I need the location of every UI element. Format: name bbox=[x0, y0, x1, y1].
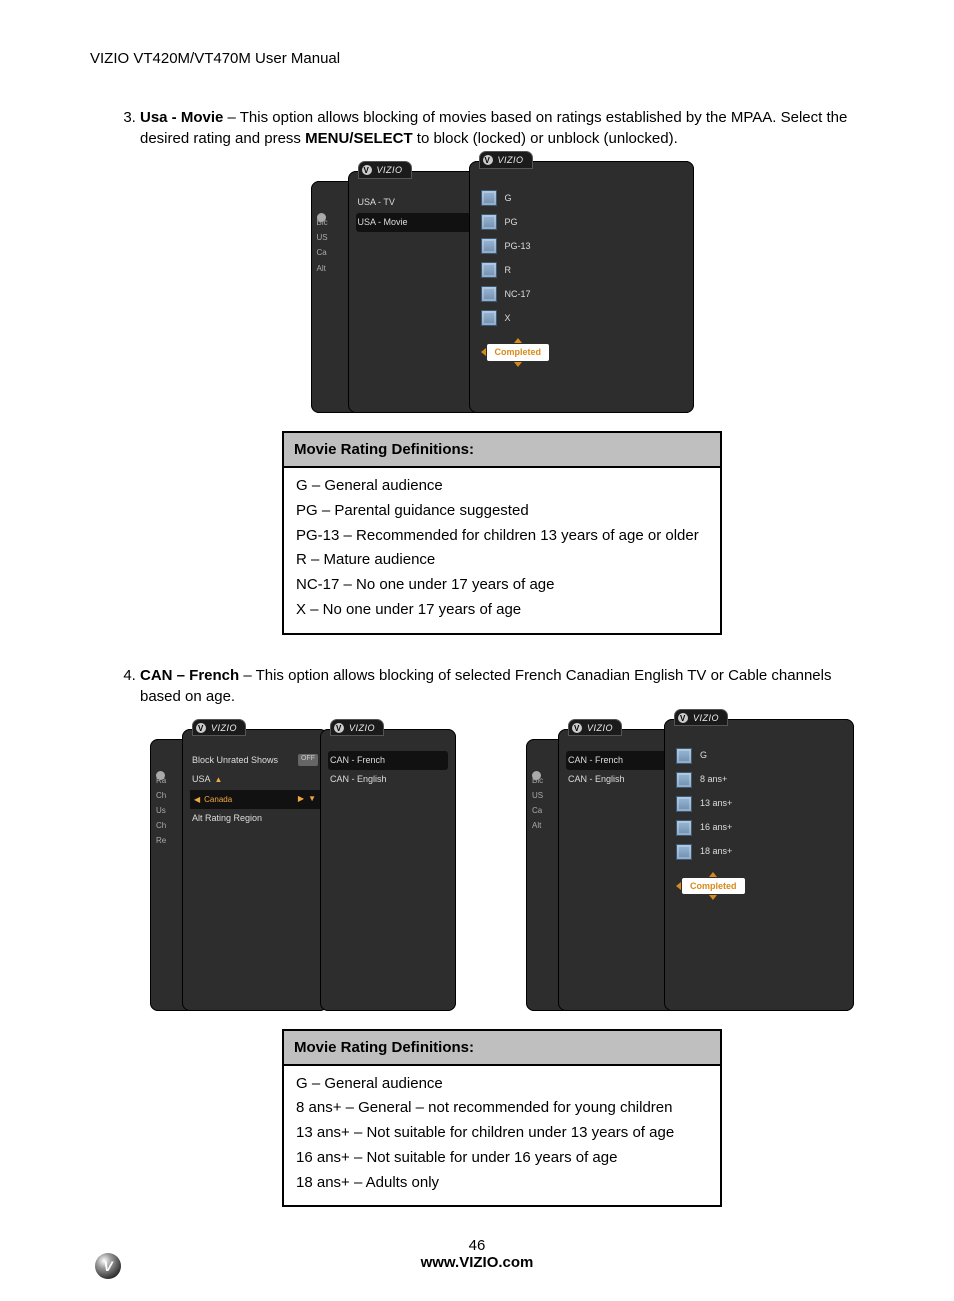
def-row: 18 ans+ – Adults only bbox=[296, 1171, 708, 1196]
osd-mid-panel: VIZIO Block Unrated Shows OFF USA ▲ ◀Can… bbox=[182, 729, 328, 1011]
def-row: 13 ans+ – Not suitable for children unde… bbox=[296, 1121, 708, 1146]
menu-row-block-unrated[interactable]: Block Unrated Shows OFF bbox=[190, 751, 320, 771]
vizio-tab: VIZIO bbox=[330, 719, 384, 737]
rating-label: R bbox=[505, 264, 512, 277]
osd-mid-panel: VIZIO CAN - French CAN - English bbox=[558, 729, 679, 1011]
checkbox-icon bbox=[676, 844, 692, 860]
def-row: G – General audience bbox=[296, 1072, 708, 1097]
osd-usa-movie: Blc US Ca Alt VIZIO USA - TV USA - Movie… bbox=[311, 161, 694, 413]
def-row: 8 ans+ – General – not recommended for y… bbox=[296, 1096, 708, 1121]
rating-option-pg13[interactable]: PG-13 bbox=[479, 234, 684, 258]
rating-option-16ans[interactable]: 16 ans+ bbox=[674, 816, 844, 840]
checkbox-icon bbox=[676, 796, 692, 812]
off-badge: OFF bbox=[298, 754, 318, 767]
def-row: PG – Parental guidance suggested bbox=[296, 499, 708, 524]
checkbox-icon bbox=[481, 190, 497, 206]
rating-label: G bbox=[700, 749, 707, 762]
rating-option-r[interactable]: R bbox=[479, 258, 684, 282]
chevron-left-icon: ◀ bbox=[192, 795, 202, 804]
vizio-tab: VIZIO bbox=[479, 151, 533, 169]
def-row: X – No one under 17 years of age bbox=[296, 598, 708, 623]
completed-label: Completed bbox=[495, 347, 542, 357]
vizio-tab: VIZIO bbox=[358, 161, 412, 179]
def-row: G – General audience bbox=[296, 474, 708, 499]
row-label: USA bbox=[192, 774, 210, 784]
rating-option-8ans[interactable]: 8 ans+ bbox=[674, 768, 844, 792]
def-body: G – General audience 8 ans+ – General – … bbox=[283, 1065, 721, 1207]
vizio-logo-icon: V bbox=[95, 1253, 121, 1279]
rating-option-g[interactable]: G bbox=[674, 744, 844, 768]
def-title: Movie Rating Definitions: bbox=[283, 432, 721, 467]
definitions-table-usa: Movie Rating Definitions: G – General au… bbox=[282, 431, 722, 635]
menu-row-can-french[interactable]: CAN - French bbox=[328, 751, 448, 771]
rating-option-13ans[interactable]: 13 ans+ bbox=[674, 792, 844, 816]
item3-desc-b: to block (locked) or unblock (unlocked). bbox=[413, 130, 678, 147]
osd-right-panel: VIZIO CAN - French CAN - English bbox=[320, 729, 456, 1011]
def-row: R – Mature audience bbox=[296, 548, 708, 573]
osd-can-menu: Ra Ch Us Ch Re VIZIO Block Unrated Shows… bbox=[150, 719, 456, 1011]
menu-row-canada[interactable]: ◀Canada ▼ ▶ bbox=[190, 790, 320, 810]
chevron-up-icon: ▲ bbox=[213, 775, 225, 784]
completed-button[interactable]: Completed bbox=[487, 344, 550, 361]
checkbox-icon bbox=[481, 262, 497, 278]
rating-label: 18 ans+ bbox=[700, 845, 732, 858]
vizio-tab: VIZIO bbox=[192, 719, 246, 737]
list-item-3: Usa - Movie – This option allows blockin… bbox=[140, 107, 864, 635]
rating-label: 16 ans+ bbox=[700, 821, 732, 834]
definitions-table-can: Movie Rating Definitions: G – General au… bbox=[282, 1029, 722, 1208]
menu-row-alt-region[interactable]: Alt Rating Region bbox=[190, 809, 320, 829]
footer-url: www.VIZIO.com bbox=[90, 1254, 864, 1271]
vizio-tab: VIZIO bbox=[674, 709, 728, 727]
rating-option-g[interactable]: G bbox=[479, 186, 684, 210]
checkbox-icon bbox=[481, 310, 497, 326]
rating-label: NC-17 bbox=[505, 288, 531, 301]
row-label: Canada bbox=[202, 795, 234, 804]
checkbox-icon bbox=[481, 286, 497, 302]
checkbox-icon bbox=[676, 772, 692, 788]
checkbox-icon bbox=[481, 238, 497, 254]
checkbox-icon bbox=[676, 748, 692, 764]
menu-row-usa-tv[interactable]: USA - TV bbox=[356, 193, 476, 213]
item4-desc: – This option allows blocking of selecte… bbox=[140, 667, 831, 705]
def-title: Movie Rating Definitions: bbox=[283, 1030, 721, 1065]
item3-title: Usa - Movie bbox=[140, 109, 223, 126]
manual-header: VIZIO VT420M/VT470M User Manual bbox=[90, 50, 864, 67]
rating-label: 8 ans+ bbox=[700, 773, 727, 786]
rating-label: G bbox=[505, 192, 512, 205]
menu-row-can-english[interactable]: CAN - English bbox=[328, 770, 448, 790]
def-row: NC-17 – No one under 17 years of age bbox=[296, 573, 708, 598]
def-row: 16 ans+ – Not suitable for under 16 year… bbox=[296, 1146, 708, 1171]
rating-option-x[interactable]: X bbox=[479, 306, 684, 330]
osd-ratings-panel: VIZIO G 8 ans+ 13 ans+ 16 ans+ 18 ans+ C… bbox=[664, 719, 854, 1011]
osd-mid-panel: VIZIO USA - TV USA - Movie bbox=[348, 171, 484, 413]
row-label: Block Unrated Shows bbox=[192, 754, 278, 767]
rating-label: PG-13 bbox=[505, 240, 531, 253]
rating-label: 13 ans+ bbox=[700, 797, 732, 810]
checkbox-icon bbox=[481, 214, 497, 230]
item4-title: CAN – French bbox=[140, 667, 239, 684]
completed-button[interactable]: Completed bbox=[682, 878, 745, 895]
chevron-right-icon: ▶ bbox=[296, 793, 306, 804]
menu-row-can-french[interactable]: CAN - French bbox=[566, 751, 671, 771]
menu-row-can-english[interactable]: CAN - English bbox=[566, 770, 671, 790]
def-row: PG-13 – Recommended for children 13 year… bbox=[296, 524, 708, 549]
page-number: 46 bbox=[90, 1237, 864, 1254]
osd-can-ratings: Blc US Ca Alt VIZIO CAN - French CAN - E… bbox=[526, 719, 854, 1011]
rating-option-pg[interactable]: PG bbox=[479, 210, 684, 234]
vizio-tab: VIZIO bbox=[568, 719, 622, 737]
completed-label: Completed bbox=[690, 881, 737, 891]
chevron-down-icon: ▼ bbox=[306, 793, 318, 804]
menu-row-usa[interactable]: USA ▲ bbox=[190, 770, 320, 790]
rating-option-nc17[interactable]: NC-17 bbox=[479, 282, 684, 306]
rating-option-18ans[interactable]: 18 ans+ bbox=[674, 840, 844, 864]
checkbox-icon bbox=[676, 820, 692, 836]
def-body: G – General audience PG – Parental guida… bbox=[283, 467, 721, 634]
rating-label: PG bbox=[505, 216, 518, 229]
list-item-4: CAN – French – This option allows blocki… bbox=[140, 665, 864, 1208]
item3-menu-select: MENU/SELECT bbox=[305, 130, 413, 147]
rating-label: X bbox=[505, 312, 511, 325]
osd-ratings-panel: VIZIO G PG PG-13 R NC-17 X Completed bbox=[469, 161, 694, 413]
menu-row-usa-movie[interactable]: USA - Movie bbox=[356, 213, 476, 233]
